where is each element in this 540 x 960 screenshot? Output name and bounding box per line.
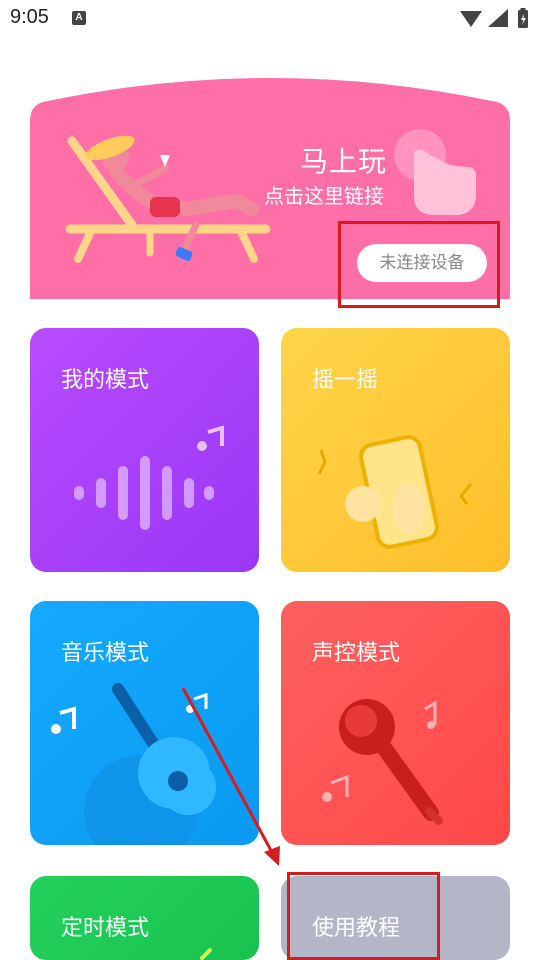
card-timer-mode[interactable]: 定时模式 [30, 876, 259, 960]
card-label: 我的模式 [61, 368, 150, 393]
notification-a-icon: A [72, 11, 86, 25]
banner-title: 马上玩 [300, 145, 388, 178]
card-shake[interactable]: 摇一摇 [281, 328, 510, 572]
card-label: 定时模式 [61, 916, 150, 941]
music-note-icon [186, 692, 208, 713]
card-label: 音乐模式 [61, 641, 150, 666]
card-label: 声控模式 [312, 641, 401, 666]
system-icons [458, 7, 530, 35]
card-music-mode[interactable]: 音乐模式 [30, 601, 259, 845]
status-bar: 9:05 A [0, 0, 540, 40]
card-voice-mode[interactable]: 声控模式 [281, 601, 510, 845]
battery-icon [518, 8, 528, 28]
banner-subtitle[interactable]: 点击这里链接 [264, 180, 384, 209]
music-note-icon [197, 425, 224, 451]
wifi-icon [460, 11, 482, 27]
status-time: 9:05 [10, 6, 49, 28]
music-note-icon [51, 706, 76, 734]
signal-icon [488, 9, 508, 27]
card-my-mode[interactable]: 我的模式 [30, 328, 259, 572]
annotation-box-device [338, 221, 500, 308]
music-note-icon [424, 700, 437, 729]
annotation-box-tutorial [287, 872, 440, 960]
card-label: 摇一摇 [312, 368, 379, 393]
music-note-icon [322, 774, 349, 802]
